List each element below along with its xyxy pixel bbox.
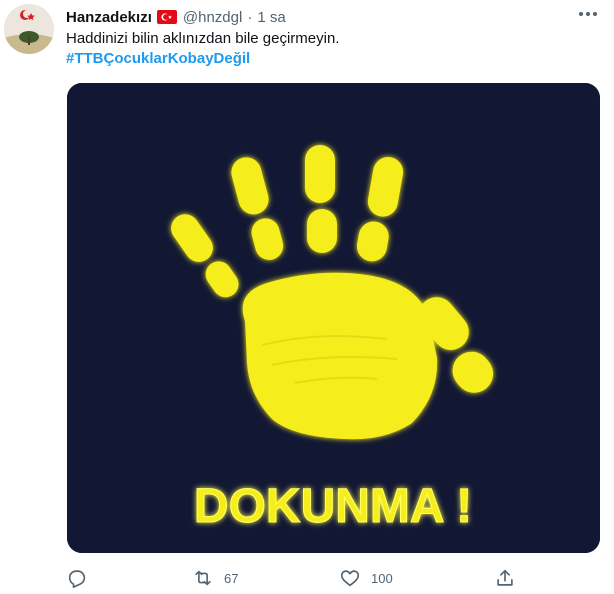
like-button[interactable]: 100 — [339, 566, 393, 590]
tweet[interactable]: Hanzadekızı @hnzdgl · 1 sa Haddinizi bil… — [0, 0, 614, 594]
tweet-actions: 67 100 — [0, 566, 614, 590]
turkey-flag-icon — [156, 10, 177, 24]
reply-button[interactable] — [66, 566, 88, 590]
timestamp[interactable]: 1 sa — [257, 9, 285, 26]
user-handle[interactable]: @hnzdgl — [183, 9, 242, 26]
tweet-text: Haddinizi bilin aklınızdan bile geçirmey… — [66, 30, 340, 47]
heart-icon — [340, 570, 360, 587]
more-options-icon[interactable] — [576, 4, 600, 24]
separator-dot: · — [247, 8, 253, 26]
reply-icon — [68, 570, 86, 588]
retweet-icon — [195, 570, 211, 586]
display-name[interactable]: Hanzadekızı — [66, 9, 152, 26]
share-icon — [497, 569, 513, 586]
retweet-button[interactable]: 67 — [192, 566, 238, 590]
tweet-media-image[interactable]: DOKUNMA ! — [67, 83, 600, 553]
tweet-header: Hanzadekızı @hnzdgl · 1 sa — [66, 7, 286, 27]
media-caption: DOKUNMA ! — [194, 480, 472, 533]
avatar[interactable] — [4, 4, 54, 54]
hashtag-link[interactable]: #TTBÇocuklarKobayDeğil — [66, 49, 250, 69]
like-count: 100 — [371, 570, 393, 586]
share-button[interactable] — [494, 566, 516, 590]
retweet-count: 67 — [224, 570, 239, 586]
